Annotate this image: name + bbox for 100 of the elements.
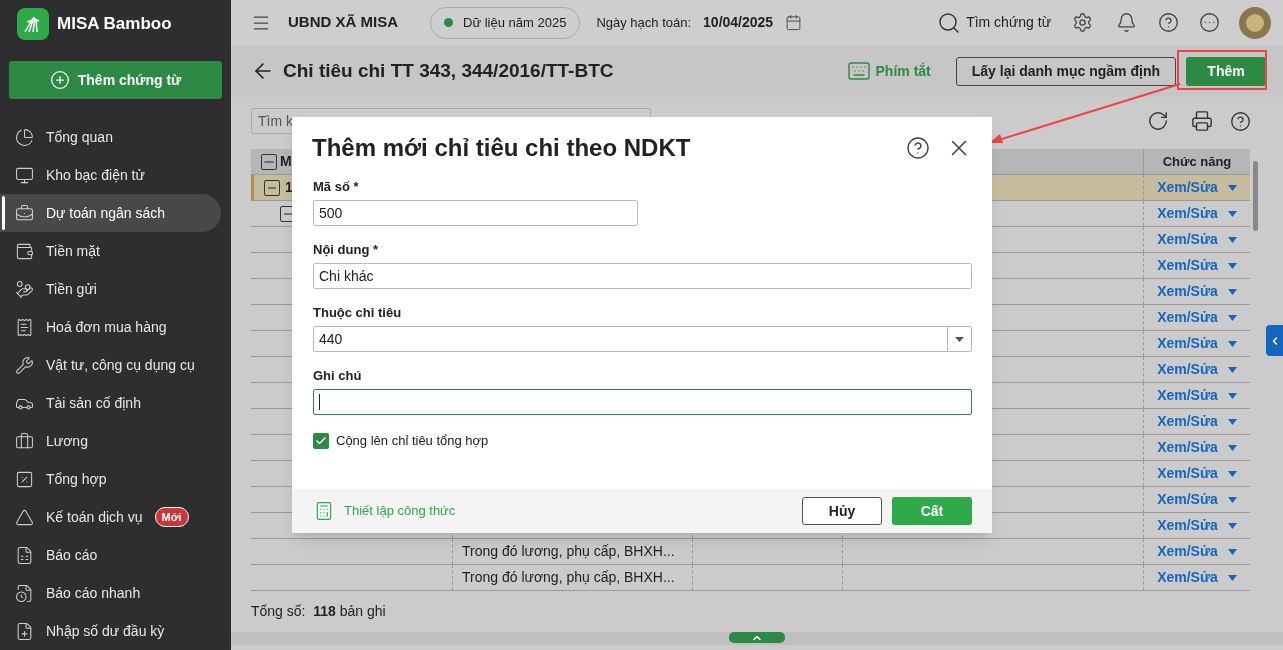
expand-panel-tab[interactable]: [729, 632, 785, 643]
help-icon[interactable]: [1158, 12, 1179, 33]
view-edit-link[interactable]: Xem/Sửa: [1157, 463, 1218, 484]
print-icon[interactable]: [1191, 110, 1213, 132]
sidebar-item[interactable]: Tiền mặt: [0, 232, 221, 270]
check-icon: [315, 434, 327, 447]
table-cell-text: 1: [285, 178, 293, 197]
table-cell-text: Trong đó lương, phụ cấp, BHXH...: [462, 568, 675, 587]
dropdown-caret-icon[interactable]: [1227, 236, 1237, 243]
view-edit-link[interactable]: Xem/Sửa: [1157, 385, 1218, 406]
new-voucher-button[interactable]: Thêm chứng từ: [9, 61, 222, 99]
add-button[interactable]: Thêm: [1186, 56, 1266, 86]
view-edit-link[interactable]: Xem/Sửa: [1157, 281, 1218, 302]
help-icon[interactable]: [906, 136, 930, 160]
page-title: Chỉ tiêu chi TT 343, 344/2016/TT-BTC: [283, 58, 614, 83]
dropdown-caret-icon[interactable]: [1227, 262, 1237, 269]
checkbox-label: Cộng lên chỉ tiêu tổng hợp: [336, 432, 489, 450]
sidebar-item[interactable]: Tổng quan: [0, 118, 221, 156]
sidebar-item[interactable]: Lương: [0, 422, 221, 460]
hand-coins-icon: [15, 279, 34, 299]
dropdown-caret-icon[interactable]: [1227, 418, 1237, 425]
dropdown-field[interactable]: 440: [313, 326, 972, 352]
sidebar-item[interactable]: Hoá đơn mua hàng: [0, 308, 221, 346]
sidebar-item[interactable]: Kế toán dịch vụ Mới: [0, 498, 221, 536]
view-edit-link[interactable]: Xem/Sửa: [1157, 541, 1218, 562]
app-name: MISA Bamboo: [57, 13, 172, 36]
triangle-icon: [15, 507, 34, 527]
scrollbar[interactable]: [1253, 161, 1258, 231]
bell-icon[interactable]: [1116, 12, 1137, 33]
dropdown-caret-icon[interactable]: [1227, 444, 1237, 451]
column-header: Chức năng: [1162, 152, 1232, 171]
view-edit-link[interactable]: Xem/Sửa: [1157, 437, 1218, 458]
input-field[interactable]: 500: [313, 200, 638, 226]
cancel-button[interactable]: Hủy: [802, 497, 882, 525]
dropdown-caret-icon[interactable]: [1227, 470, 1237, 477]
new-badge: Mới: [154, 506, 189, 528]
dropdown-caret-icon[interactable]: [1227, 314, 1237, 321]
more-icon[interactable]: [1199, 12, 1220, 33]
collapse-all-icon[interactable]: [261, 153, 277, 170]
dropdown-caret-icon[interactable]: [955, 336, 964, 342]
view-edit-link[interactable]: Xem/Sửa: [1157, 567, 1218, 588]
view-edit-link[interactable]: Xem/Sửa: [1157, 255, 1218, 276]
calendar-icon[interactable]: [785, 14, 803, 31]
dropdown-caret-icon[interactable]: [1227, 522, 1237, 529]
organization-name: UBND XÃ MISA: [288, 12, 398, 33]
sidebar-item[interactable]: Nhập số dư đầu kỳ: [0, 612, 221, 650]
calculator-icon[interactable]: [314, 501, 334, 521]
sidebar-item[interactable]: Tổng hợp: [0, 460, 221, 498]
field-label: Thuộc chỉ tiêu: [313, 304, 403, 322]
record-count: Tổng số: 118 bản ghi: [251, 602, 387, 621]
sidebar-item[interactable]: Tài sản cố định: [0, 384, 221, 422]
sidebar-item[interactable]: Báo cáo nhanh: [0, 574, 221, 612]
dropdown-caret-icon[interactable]: [1227, 548, 1237, 555]
view-edit-link[interactable]: Xem/Sửa: [1157, 489, 1218, 510]
dropdown-caret-icon[interactable]: [1227, 574, 1237, 581]
view-edit-link[interactable]: Xem/Sửa: [1157, 229, 1218, 250]
wrench-icon: [15, 355, 34, 375]
side-panel-tab[interactable]: [1266, 325, 1283, 356]
reset-defaults-button[interactable]: Lấy lại danh mục ngầm định: [955, 56, 1176, 86]
table-row[interactable]: Trong đó lương, phụ cấp, BHXH... Xem/Sửa: [251, 539, 1250, 565]
percent-icon: [15, 469, 34, 489]
bamboo-logo-icon: [17, 8, 49, 40]
table-cell-text: Trong đó lương, phụ cấp, BHXH...: [462, 542, 675, 561]
file-clock-icon: [15, 583, 34, 603]
view-edit-link[interactable]: Xem/Sửa: [1157, 411, 1218, 432]
dropdown-caret-icon[interactable]: [1227, 496, 1237, 503]
view-edit-link[interactable]: Xem/Sửa: [1157, 333, 1218, 354]
sidebar-item[interactable]: Dự toán ngân sách: [0, 194, 221, 232]
keyboard-icon[interactable]: [846, 59, 871, 83]
dropdown-caret-icon[interactable]: [1227, 366, 1237, 373]
checkbox[interactable]: [313, 432, 329, 449]
dropdown-caret-icon[interactable]: [1227, 340, 1237, 347]
dropdown-caret-icon[interactable]: [1227, 392, 1237, 399]
input-field[interactable]: [313, 389, 972, 415]
help-icon[interactable]: [1230, 110, 1251, 132]
sidebar-item[interactable]: Tiền gửi: [0, 270, 221, 308]
dropdown-caret-icon[interactable]: [1227, 288, 1237, 295]
field-label: Nội dung *: [313, 241, 379, 259]
sidebar-item[interactable]: Báo cáo: [0, 536, 221, 574]
posting-date[interactable]: 10/04/2025: [703, 12, 774, 33]
briefcase-icon: [15, 431, 34, 451]
view-edit-link[interactable]: Xem/Sửa: [1157, 359, 1218, 380]
dropdown-caret-icon[interactable]: [1227, 184, 1237, 191]
briefcase-icon: [15, 203, 34, 223]
refresh-icon[interactable]: [1147, 110, 1169, 132]
view-edit-link[interactable]: Xem/Sửa: [1157, 515, 1218, 536]
receipt-icon: [15, 317, 34, 337]
sidebar-item[interactable]: Vật tư, công cụ dụng cụ: [0, 346, 221, 384]
dropdown-caret-icon[interactable]: [1227, 210, 1237, 217]
pie-chart-icon: [15, 127, 34, 147]
avatar[interactable]: [1239, 6, 1271, 39]
settings-icon[interactable]: [1072, 12, 1093, 33]
search-vouchers-link[interactable]: Tìm chứng từ: [966, 12, 1051, 33]
wallet-icon: [15, 241, 34, 261]
input-field[interactable]: Chi khác: [313, 263, 972, 289]
sidebar-item[interactable]: Kho bạc điện tử: [0, 156, 221, 194]
view-edit-link[interactable]: Xem/Sửa: [1157, 307, 1218, 328]
view-edit-link[interactable]: Xem/Sửa: [1157, 203, 1218, 224]
collapse-icon[interactable]: [264, 179, 280, 196]
table-row[interactable]: Trong đó lương, phụ cấp, BHXH... Xem/Sửa: [251, 565, 1250, 591]
